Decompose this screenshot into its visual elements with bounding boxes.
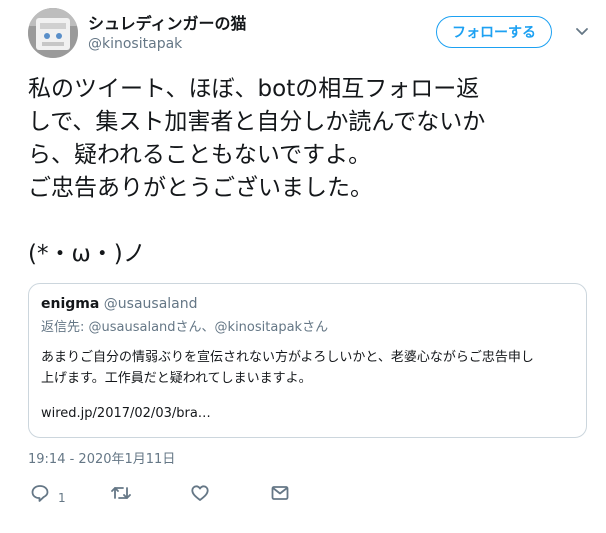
- quoted-body-line: 上げます。工作員だと疑われてしまいますよ。: [41, 371, 312, 386]
- tweet-text-line: しで、集スト加害者と自分しか読んでないか: [28, 109, 486, 135]
- retweet-icon: [111, 487, 131, 499]
- like-icon: [191, 485, 209, 501]
- tweet-text: 私のツイート、ほぼ、botの相互フォロー返 しで、集スト加害者と自分しか読んでな…: [28, 73, 588, 271]
- tweet-timestamp[interactable]: 19:14 - 2020年1月11日: [28, 451, 175, 469]
- reply-count: 1: [58, 491, 66, 505]
- author-names: シュレディンガーの猫 @kinositapak: [88, 14, 247, 54]
- quoted-user-handle: @usausaland: [103, 296, 198, 312]
- tweet-header: シュレディンガーの猫 @kinositapak フォローする: [28, 8, 598, 64]
- display-name[interactable]: シュレディンガーの猫: [88, 14, 247, 34]
- tweet-text-line: 私のツイート、ほぼ、botの相互フォロー返: [28, 76, 480, 102]
- avatar-image: [28, 8, 78, 58]
- message-icon: [271, 486, 289, 500]
- reply-button[interactable]: 1: [30, 478, 66, 508]
- quoted-tweet[interactable]: enigma @usausaland 返信先: @usausalandさん、@k…: [28, 283, 587, 438]
- tweet-text-blank: [28, 205, 588, 238]
- user-handle[interactable]: @kinositapak: [88, 34, 247, 54]
- tweet-text-line: ら、疑われることもないですよ。: [28, 142, 372, 168]
- message-button[interactable]: [270, 478, 290, 508]
- reply-icon: [31, 485, 49, 502]
- like-button[interactable]: [190, 478, 210, 508]
- quoted-body-line: あまりご自分の情弱ぶりを宣伝されない方がよろしいかと、老婆心ながらご忠告申し: [41, 350, 534, 365]
- chevron-down-icon[interactable]: [574, 23, 590, 39]
- action-bar: 1: [28, 478, 328, 508]
- quoted-reply-to: 返信先: @usausalandさん、@kinositapakさん: [41, 320, 329, 335]
- tweet-text-line: ご忠告ありがとうございました。: [28, 175, 373, 201]
- quoted-link[interactable]: wired.jp/2017/02/03/bra…: [41, 404, 211, 424]
- tweet-text-line: (*・ω・)ノ: [28, 241, 146, 267]
- quoted-body: あまりご自分の情弱ぶりを宣伝されない方がよろしいかと、老婆心ながらご忠告申し 上…: [41, 347, 576, 389]
- follow-button[interactable]: フォローする: [436, 16, 552, 48]
- quoted-display-name: enigma: [41, 296, 100, 312]
- quoted-author: enigma @usausaland: [41, 294, 198, 314]
- avatar[interactable]: [28, 8, 78, 58]
- retweet-button[interactable]: [110, 478, 132, 508]
